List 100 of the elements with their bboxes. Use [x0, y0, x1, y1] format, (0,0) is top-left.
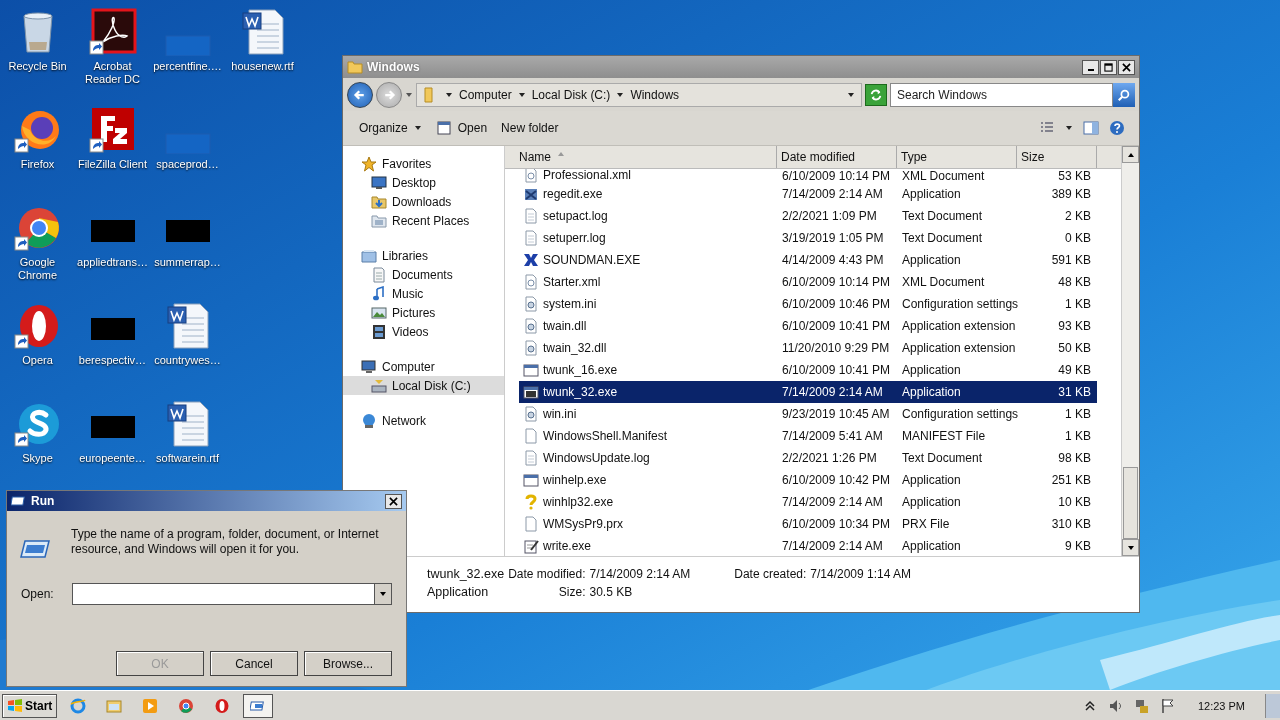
file-row[interactable]: system.ini 6/10/2009 10:46 PM Configuration settings 1 KB [519, 293, 1097, 315]
nav-item[interactable]: Documents [343, 265, 504, 284]
caret-icon[interactable] [847, 90, 855, 99]
app-icon[interactable] [88, 8, 137, 56]
address-bar[interactable]: Computer Local Disk (C:) Windows [416, 82, 862, 107]
file-row[interactable]: WindowsUpdate.log 2/2/2021 1:26 PM Text Document 98 KB [519, 447, 1097, 469]
icon-label[interactable]: softwarein.rtf [150, 452, 225, 465]
breadcrumb-item[interactable]: Windows [630, 87, 680, 102]
column-header[interactable]: Size [1017, 146, 1097, 168]
column-header[interactable]: Name [505, 146, 777, 168]
nav-item[interactable]: Favorites [343, 154, 504, 173]
file-row[interactable]: twain.dll 6/10/2009 10:41 PM Application extension 93 KB [519, 315, 1097, 337]
details-type: Application [427, 584, 490, 601]
gear-file-icon [523, 340, 539, 356]
dropdown-button[interactable] [375, 583, 392, 605]
icon-label[interactable]: summerrap… [150, 256, 225, 269]
clock[interactable]: 12:23 PM [1197, 699, 1245, 712]
nav-item[interactable]: Computer [343, 357, 504, 376]
start-button[interactable]: Start [2, 693, 58, 718]
scrollbar-thumb[interactable] [1123, 467, 1138, 539]
cancel-button[interactable]: Cancel [210, 651, 298, 676]
file-row[interactable]: twain_32.dll 11/20/2010 9:29 PM Application extension 50 KB [519, 337, 1097, 359]
file-row[interactable]: Professional.xml 6/10/2009 10:14 PM XML Document 53 KB [519, 169, 1097, 183]
icon-label[interactable]: housenew.rtf [225, 60, 300, 73]
icon-label[interactable]: Google Chrome [0, 256, 75, 282]
file-row[interactable]: write.exe 7/14/2009 2:14 AM Application 9 KB [519, 535, 1097, 556]
nav-item[interactable]: Music [343, 284, 504, 303]
open-input-field[interactable] [71, 583, 375, 605]
browse-button[interactable]: Browse... [304, 651, 392, 676]
scroll-down-icon[interactable] [1126, 543, 1135, 552]
organize-menu[interactable]: Organize [357, 118, 424, 138]
file-row[interactable]: SOUNDMAN.EXE 4/14/2009 4:43 PM Application 591 KB [519, 249, 1097, 271]
file-row[interactable]: win.ini 9/23/2019 10:45 AM Configuration settings 1 KB [519, 403, 1097, 425]
file-row[interactable]: WindowsShell.Manifest 7/14/2009 5:41 AM MANIFEST File 1 KB [519, 425, 1097, 447]
date-cell-text: 6/10/2009 10:41 PM [781, 363, 892, 377]
file-row[interactable]: regedit.exe 7/14/2009 2:14 AM Application 389 KB [519, 183, 1097, 205]
caret-icon[interactable] [616, 90, 625, 99]
gear-file-icon [523, 296, 539, 312]
icon-label[interactable]: countrywes… [150, 354, 225, 367]
date-cell-text: 6/10/2009 10:46 PM [781, 297, 892, 311]
new-folder-button[interactable]: New folder [499, 118, 561, 138]
dropdown-arrow-icon[interactable] [379, 590, 387, 598]
nav-item[interactable]: Libraries [343, 246, 504, 265]
file-row[interactable]: twunk_16.exe 6/10/2009 10:41 PM Application 49 KB [519, 359, 1097, 381]
maximize-button[interactable] [1100, 59, 1117, 75]
breadcrumb-item[interactable]: Local Disk (C:) [531, 87, 611, 102]
file-row[interactable]: twunk_32.exe 7/14/2009 2:14 AM Application 31 KB [519, 381, 1097, 403]
icon-label[interactable]: appliedtrans… [75, 256, 150, 269]
size-cell-text: 93 KB [1057, 319, 1092, 333]
icon-label[interactable]: berespectiv… [75, 354, 150, 367]
nav-item[interactable]: Desktop [343, 173, 504, 192]
file-row[interactable]: setupact.log 2/2/2021 1:09 PM Text Document 2 KB [519, 205, 1097, 227]
size-cell-text: 1 KB [1064, 429, 1092, 443]
open-button[interactable]: Open [433, 117, 490, 139]
refresh-button[interactable] [865, 83, 887, 106]
network-icon[interactable] [1133, 697, 1150, 714]
close-button[interactable] [1118, 59, 1135, 75]
nav-item[interactable]: Recent Places [343, 211, 504, 230]
nav-item[interactable]: Local Disk (C:) [343, 376, 504, 395]
search-button[interactable] [1113, 82, 1135, 107]
column-header[interactable]: Date modified [777, 146, 897, 168]
back-button[interactable] [347, 81, 373, 108]
icon-label[interactable]: europeente… [75, 452, 150, 465]
nav-item[interactable]: Downloads [343, 192, 504, 211]
preview-pane-icon[interactable] [1083, 120, 1099, 136]
help-icon[interactable] [1109, 120, 1125, 136]
close-button[interactable] [385, 493, 402, 509]
file-row[interactable]: winhlp32.exe 7/14/2009 2:14 AM Application 10 KB [519, 491, 1097, 513]
icon-label[interactable]: Opera [0, 354, 75, 367]
nav-item[interactable]: Videos [343, 322, 504, 341]
nav-item[interactable]: Network [343, 411, 504, 430]
caret-icon[interactable] [517, 90, 526, 99]
file-row[interactable]: Starter.xml 6/10/2009 10:14 PM XML Document 48 KB [519, 271, 1097, 293]
file-row[interactable]: WMSysPr9.prx 6/10/2009 10:34 PM PRX File 310 KB [519, 513, 1097, 535]
file-name: twunk_32.exe [543, 385, 618, 399]
type-cell-text: Application [901, 253, 962, 267]
icon-label[interactable]: percentfine.… [150, 60, 225, 73]
app-icon[interactable] [88, 106, 137, 154]
icon-label[interactable]: Recycle Bin [0, 60, 75, 73]
type-cell-text: Application extension [901, 319, 1017, 333]
icon-label[interactable]: spaceprod… [150, 158, 225, 171]
breadcrumb-item[interactable]: Computer [459, 87, 512, 102]
caret-icon[interactable] [445, 90, 453, 99]
caret-icon[interactable] [1065, 124, 1073, 132]
icon-label[interactable]: Firefox [0, 158, 75, 171]
scrollbar[interactable] [1121, 146, 1139, 556]
minimize-button[interactable] [1082, 59, 1099, 75]
icon-label[interactable]: Skype [0, 452, 75, 465]
file-row[interactable]: setuperr.log 3/19/2019 1:05 PM Text Document 0 KB [519, 227, 1097, 249]
program-icon [523, 384, 539, 400]
flag-icon[interactable] [1159, 697, 1176, 714]
date-cell-text: 6/10/2009 10:42 PM [781, 473, 892, 487]
file-row[interactable]: winhelp.exe 6/10/2009 10:42 PM Application 251 KB [519, 469, 1097, 491]
icon-label[interactable]: Acrobat Reader DC [75, 60, 150, 86]
column-header[interactable]: Type [897, 146, 1017, 168]
icon-label[interactable]: FileZilla Client [75, 158, 150, 171]
file-name: Starter.xml [543, 275, 601, 289]
nav-item[interactable]: Pictures [343, 303, 504, 322]
search-field[interactable]: Search Windows [890, 82, 1113, 107]
run-button[interactable] [243, 693, 274, 718]
